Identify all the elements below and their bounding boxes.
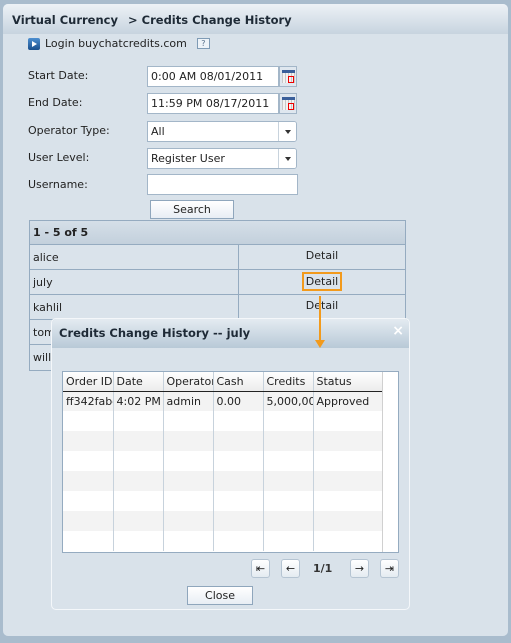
close-icon[interactable]: × — [392, 323, 404, 339]
login-link[interactable]: Login buychatcredits.com — [45, 37, 187, 50]
operator-cell: admin — [163, 391, 214, 411]
end-date-calendar-button[interactable] — [279, 93, 297, 114]
chevron-down-icon[interactable] — [278, 122, 296, 141]
column-header-cash[interactable]: Cash — [213, 372, 264, 392]
chevron-down-icon[interactable] — [278, 149, 296, 168]
start-date-calendar-button[interactable] — [279, 66, 297, 87]
page-indicator: 1/1 — [313, 562, 333, 575]
breadcrumb: Virtual Currency > Credits Change Histor… — [3, 4, 508, 34]
start-date-field[interactable]: 0:00 AM 08/01/2011 — [147, 66, 279, 87]
empty-row — [63, 411, 384, 431]
search-button[interactable]: Search — [150, 200, 234, 219]
username-input[interactable] — [147, 174, 298, 195]
date-cell: 4:02 PM ( — [113, 391, 164, 411]
calendar-icon — [282, 97, 295, 110]
login-row: Login buychatcredits.com ? — [28, 37, 210, 50]
column-header-date[interactable]: Date — [113, 372, 164, 392]
empty-row — [63, 491, 384, 511]
table-row: july Detail — [30, 270, 405, 295]
column-header-status[interactable]: Status — [313, 372, 384, 392]
dialog-title: Credits Change History -- july — [59, 326, 251, 340]
next-page-button[interactable]: → — [350, 559, 369, 578]
dialog-header: Credits Change History -- july × — [52, 319, 409, 348]
status-cell: Approved — [313, 391, 384, 411]
prev-page-button[interactable]: ← — [281, 559, 300, 578]
table-row[interactable]: ff342fab- 4:02 PM ( admin 0.00 5,000,00 … — [63, 391, 384, 411]
order-id-cell: ff342fab- — [63, 391, 114, 411]
breadcrumb-page: Credits Change History — [141, 13, 292, 27]
empty-row — [63, 511, 384, 531]
detail-link[interactable]: Detail — [306, 299, 338, 312]
user-level-select[interactable]: Register User — [147, 148, 297, 169]
credits-cell: 5,000,00 — [263, 391, 314, 411]
help-icon[interactable]: ? — [196, 38, 210, 49]
column-header-operator[interactable]: Operator — [163, 372, 214, 392]
operator-type-label: Operator Type: — [28, 124, 110, 137]
credits-history-dialog: Credits Change History -- july × Order I… — [51, 318, 410, 610]
username-cell: july — [30, 270, 239, 294]
empty-row — [63, 531, 384, 551]
table-row: kahlil Detail — [30, 295, 405, 320]
vertical-scrollbar[interactable] — [382, 372, 398, 552]
breadcrumb-separator: > — [128, 13, 138, 27]
annotation-arrow-head-icon — [315, 340, 325, 348]
history-table: Order ID Date Operator Cash Credits Stat… — [63, 372, 384, 551]
empty-row — [63, 451, 384, 471]
annotation-arrow-line — [319, 296, 321, 340]
first-page-button[interactable]: ⇤ — [251, 559, 270, 578]
column-header-order-id[interactable]: Order ID — [63, 372, 114, 392]
start-date-label: Start Date: — [28, 69, 89, 82]
table-row: alice Detail — [30, 245, 405, 270]
detail-link-highlighted[interactable]: Detail — [301, 272, 343, 291]
username-label: Username: — [28, 178, 88, 191]
user-level-value: Register User — [151, 152, 225, 165]
username-cell: kahlil — [30, 295, 239, 319]
column-header-credits[interactable]: Credits — [263, 372, 314, 392]
end-date-field[interactable]: 11:59 PM 08/17/2011 — [147, 93, 279, 114]
breadcrumb-section[interactable]: Virtual Currency — [12, 13, 118, 27]
empty-row — [63, 431, 384, 451]
history-table-container: Order ID Date Operator Cash Credits Stat… — [62, 371, 399, 553]
operator-type-select[interactable]: All — [147, 121, 297, 142]
username-cell: alice — [30, 245, 239, 269]
last-page-button[interactable]: ⇥ — [380, 559, 399, 578]
end-date-label: End Date: — [28, 96, 83, 109]
user-level-label: User Level: — [28, 151, 90, 164]
results-summary: 1 - 5 of 5 — [30, 221, 405, 245]
operator-type-value: All — [151, 125, 165, 138]
detail-link[interactable]: Detail — [306, 249, 338, 262]
calendar-icon — [282, 70, 295, 83]
history-header-row: Order ID Date Operator Cash Credits Stat… — [63, 372, 384, 392]
close-button[interactable]: Close — [187, 586, 253, 605]
cash-cell: 0.00 — [213, 391, 264, 411]
empty-row — [63, 471, 384, 491]
play-icon[interactable] — [28, 37, 40, 50]
